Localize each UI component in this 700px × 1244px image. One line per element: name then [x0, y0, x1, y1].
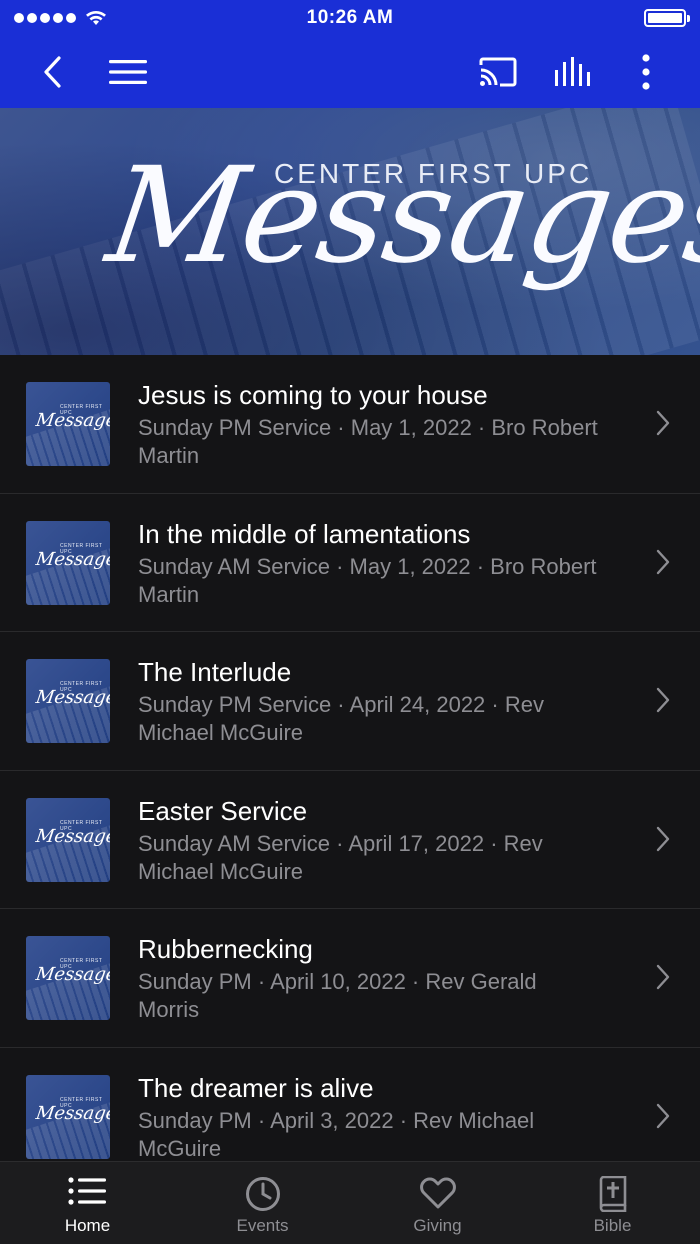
message-title: Easter Service	[138, 795, 308, 826]
more-vertical-icon	[642, 54, 650, 90]
battery-icon	[644, 9, 690, 27]
chevron-right-icon	[656, 410, 670, 436]
audio-button[interactable]	[550, 36, 596, 108]
tab-label: Events	[236, 1216, 289, 1235]
cast-button[interactable]	[474, 36, 522, 108]
message-thumbnail: CENTER FIRST UPC Messages	[26, 382, 110, 466]
message-thumbnail: CENTER FIRST UPC Messages	[26, 1074, 110, 1159]
heart-icon	[419, 1177, 456, 1209]
message-thumbnail: CENTER FIRST UPC Messages	[26, 936, 110, 1020]
list-item[interactable]: CENTER FIRST UPC Messages In the middle …	[0, 494, 700, 632]
message-meta: Sunday PM Service · May 1, 2022 · Bro Ro…	[138, 415, 598, 468]
list-item[interactable]: CENTER FIRST UPC Messages Jesus is comin…	[0, 355, 700, 494]
message-meta: Sunday PM · April 10, 2022 · Rev Gerald …	[138, 969, 537, 1022]
messages-banner: Messages CENTER FIRST UPC	[0, 108, 700, 355]
message-meta: Sunday PM Service · April 24, 2022 · Rev…	[138, 692, 544, 745]
chevron-right-icon	[656, 964, 670, 990]
message-title: The dreamer is alive	[138, 1072, 374, 1103]
signal-strength-icon	[14, 9, 107, 27]
more-options-button[interactable]	[626, 36, 666, 108]
message-title: In the middle of lamentations	[138, 518, 471, 549]
tab-label: Giving	[413, 1216, 462, 1235]
tab-giving[interactable]: Giving	[350, 1162, 525, 1244]
message-list[interactable]: CENTER FIRST UPC Messages Jesus is comin…	[0, 355, 700, 1161]
back-button[interactable]	[30, 36, 74, 108]
chevron-right-icon	[656, 826, 670, 851]
message-title: The Interlude	[138, 657, 292, 687]
audio-bars-icon	[555, 57, 590, 86]
message-thumbnail: CENTER FIRST UPC Messages	[26, 659, 110, 743]
chevron-right-icon	[656, 687, 670, 713]
hamburger-menu-icon	[109, 60, 147, 84]
tab-events[interactable]: Events	[175, 1162, 350, 1244]
nav-bar	[0, 36, 700, 108]
status-bar: 10:26 AM	[0, 0, 700, 36]
clock-icon	[245, 1177, 280, 1211]
tab-label: Home	[64, 1216, 111, 1235]
cast-icon	[479, 57, 517, 87]
list-icon	[67, 1177, 106, 1205]
tab-label: Bible	[593, 1216, 632, 1235]
list-item[interactable]: CENTER FIRST UPC Messages The dreamer is…	[0, 1048, 700, 1162]
chevron-right-icon	[656, 549, 670, 574]
message-thumbnail: CENTER FIRST UPC Messages	[26, 520, 110, 605]
tab-bar: Home Events Giving Bible	[0, 1161, 700, 1244]
tab-home[interactable]: Home	[0, 1162, 175, 1244]
list-item[interactable]: CENTER FIRST UPC Messages The Interlude …	[0, 632, 700, 771]
chevron-left-icon	[44, 56, 61, 88]
chevron-right-icon	[656, 1103, 670, 1128]
wifi-icon	[86, 10, 106, 25]
banner-subtitle: CENTER FIRST UPC	[274, 158, 593, 189]
message-meta: Sunday AM Service · April 17, 2022 · Rev…	[138, 830, 543, 884]
message-meta: Sunday AM Service · May 1, 2022 · Bro Ro…	[138, 553, 597, 607]
menu-button[interactable]	[104, 36, 152, 108]
message-title: Jesus is coming to your house	[138, 380, 488, 410]
tab-bible[interactable]: Bible	[525, 1162, 700, 1244]
bible-icon	[599, 1176, 626, 1212]
message-title: Rubbernecking	[138, 934, 313, 964]
list-item[interactable]: CENTER FIRST UPC Messages Easter Service…	[0, 771, 700, 909]
message-meta: Sunday PM · April 3, 2022 · Rev Michael …	[138, 1107, 535, 1161]
list-item[interactable]: CENTER FIRST UPC Messages Rubbernecking …	[0, 909, 700, 1048]
message-thumbnail: CENTER FIRST UPC Messages	[26, 797, 110, 882]
